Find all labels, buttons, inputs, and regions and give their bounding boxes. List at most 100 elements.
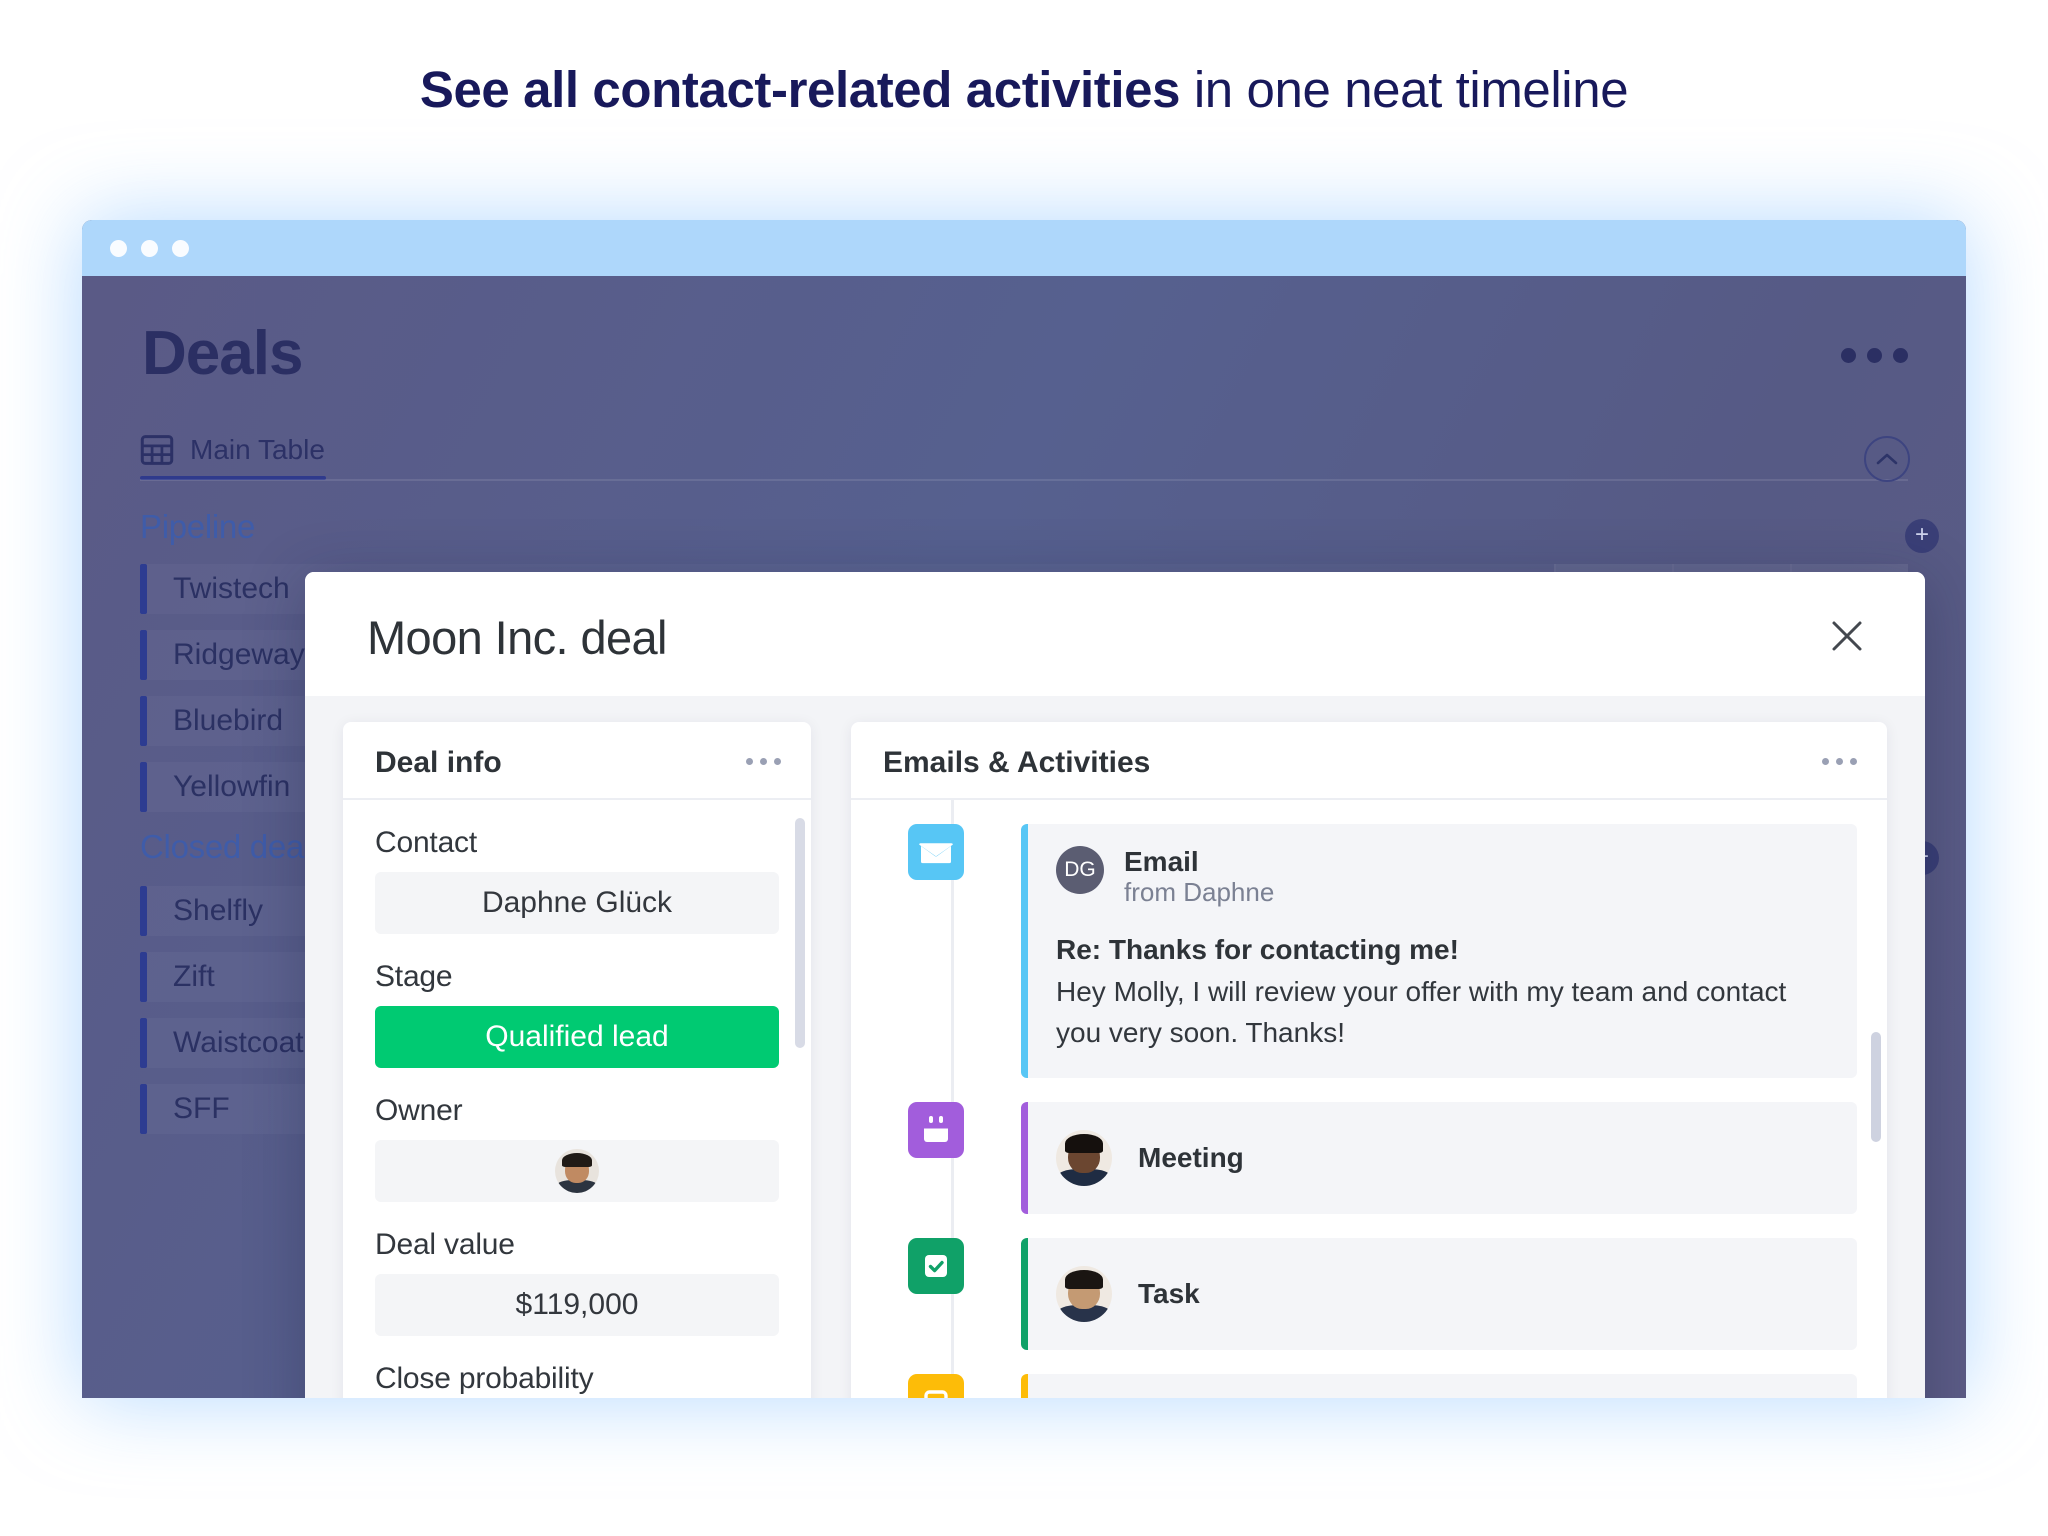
field-label: Deal value	[375, 1228, 515, 1261]
field-label: Owner	[375, 1094, 463, 1127]
row-color-bar	[140, 1018, 147, 1068]
activities-menu-button[interactable]	[1822, 758, 1857, 765]
field-label: Contact	[375, 826, 477, 859]
close-icon	[1832, 621, 1862, 651]
modal-header: Moon Inc. deal	[305, 572, 1925, 696]
activities-panel: Emails & Activities DG Email from Daphne…	[851, 722, 1887, 1398]
row-name: Bluebird	[173, 704, 284, 737]
row-color-bar	[140, 886, 147, 936]
activity-card-call: Call	[1021, 1373, 1857, 1398]
ellipsis-icon	[1850, 758, 1857, 765]
ellipsis-icon	[774, 758, 781, 765]
row-color-bar	[140, 1084, 147, 1134]
activity-card-email: DG Email from Daphne Re: Thanks for cont…	[1021, 824, 1857, 1078]
row-color-bar	[140, 564, 147, 614]
field-deal-value: Deal value $119,000	[375, 1228, 779, 1336]
activity-item-email[interactable]: DG Email from Daphne Re: Thanks for cont…	[851, 824, 1857, 1078]
table-icon	[140, 435, 174, 465]
activity-kind: Meeting	[1138, 1141, 1244, 1173]
deal-info-header: Deal info	[343, 722, 811, 800]
envelope-icon	[908, 824, 964, 880]
browser-window: Deals Main Table Pipeline + Twistech Rid…	[82, 220, 1966, 1398]
deal-info-fields: Contact Daphne Glück Stage Qualified lea…	[343, 800, 811, 1398]
activity-item-meeting[interactable]: Meeting	[851, 1101, 1857, 1214]
ellipsis-icon	[760, 758, 767, 765]
row-color-bar	[140, 630, 147, 680]
field-contact: Contact Daphne Glück	[375, 826, 779, 934]
deal-detail-modal: Moon Inc. deal Deal info Contact Daphne …	[305, 572, 1925, 1398]
board-group-label: Closed deals	[140, 828, 328, 865]
activity-item-task[interactable]: Task	[851, 1237, 1857, 1350]
phone-icon	[908, 1373, 964, 1398]
activity-card-task: Task	[1021, 1237, 1857, 1350]
field-stage: Stage Qualified lead	[375, 960, 779, 1068]
activity-kind: Task	[1138, 1277, 1200, 1309]
avatar: DG	[1056, 846, 1104, 894]
row-name: SFF	[173, 1092, 230, 1125]
window-maximize-dot[interactable]	[172, 239, 189, 257]
board-group-label: Pipeline	[140, 508, 256, 545]
ellipsis-icon	[1822, 758, 1829, 765]
activities-scrollbar[interactable]	[1871, 1032, 1881, 1142]
row-name: Waistcoat	[173, 1026, 304, 1059]
modal-title: Moon Inc. deal	[367, 611, 668, 664]
modal-body: Deal info Contact Daphne Glück Stage Qua…	[305, 696, 1925, 1398]
field-label: Stage	[375, 960, 453, 993]
ellipsis-icon	[1893, 348, 1908, 363]
board-tab-label: Main Table	[190, 434, 325, 465]
field-value-stage[interactable]: Qualified lead	[375, 1006, 779, 1068]
board-tab-main-table[interactable]: Main Table	[140, 434, 325, 466]
activity-timeline: DG Email from Daphne Re: Thanks for cont…	[851, 800, 1887, 1398]
field-value-contact[interactable]: Daphne Glück	[375, 872, 779, 934]
ellipsis-icon	[1867, 348, 1882, 363]
avatar	[1056, 1129, 1112, 1186]
calendar-icon	[908, 1101, 964, 1158]
board-collapse-button[interactable]	[1864, 436, 1910, 482]
timeline-icon-column	[851, 1373, 1021, 1398]
headline-strong: See all contact-related activities	[419, 61, 1181, 118]
timeline-icon-column	[851, 824, 1021, 880]
email-subject: Re: Thanks for contacting me!	[1056, 934, 1459, 966]
row-name: Shelfly	[173, 894, 264, 927]
field-value-deal-value[interactable]: $119,000	[375, 1274, 779, 1336]
row-name: Ridgeway	[173, 638, 305, 671]
activity-item-call[interactable]: Call	[851, 1373, 1857, 1398]
row-name: Yellowfin	[173, 770, 291, 803]
ellipsis-icon	[746, 758, 753, 765]
field-close-probability: Close probability 80%	[375, 1362, 779, 1398]
checkbox-icon	[908, 1237, 964, 1294]
deal-info-panel: Deal info Contact Daphne Glück Stage Qua…	[343, 722, 811, 1398]
email-header: DG Email from Daphne	[1056, 846, 1829, 908]
avatar	[1056, 1265, 1112, 1322]
browser-window-wrapper: Deals Main Table Pipeline + Twistech Rid…	[82, 220, 1966, 1398]
activity-kind: Email	[1124, 846, 1199, 877]
field-value-owner[interactable]	[375, 1140, 779, 1202]
board-header-divider	[140, 479, 1908, 481]
field-label: Close probability	[375, 1362, 594, 1395]
email-body: Hey Molly, I will review your offer with…	[1056, 976, 1787, 1048]
page-headline: See all contact-related activities in on…	[0, 60, 2048, 119]
window-close-dot[interactable]	[110, 239, 127, 257]
owner-avatar	[555, 1149, 599, 1193]
row-name: Zift	[173, 960, 215, 993]
deal-info-scrollbar[interactable]	[795, 818, 805, 1048]
activity-card-meeting: Meeting	[1021, 1101, 1857, 1214]
row-color-bar	[140, 762, 147, 812]
board-group-add-button[interactable]: +	[1905, 519, 1939, 553]
field-owner: Owner	[375, 1094, 779, 1202]
activities-title: Emails & Activities	[883, 746, 1151, 779]
headline-light: in one neat timeline	[1180, 61, 1629, 118]
chevron-up-icon	[1876, 453, 1898, 465]
timeline-icon-column	[851, 1237, 1021, 1294]
board-page-title: Deals	[142, 319, 303, 388]
ellipsis-icon	[1836, 758, 1843, 765]
row-name: Twistech	[173, 572, 290, 605]
modal-close-button[interactable]	[1827, 616, 1867, 656]
board-more-menu[interactable]	[1841, 348, 1908, 363]
window-minimize-dot[interactable]	[141, 239, 158, 257]
deal-info-menu-button[interactable]	[746, 758, 781, 765]
row-color-bar	[140, 952, 147, 1002]
ellipsis-icon	[1841, 348, 1856, 363]
activity-sender: from Daphne	[1124, 877, 1275, 908]
window-titlebar	[82, 220, 1966, 276]
